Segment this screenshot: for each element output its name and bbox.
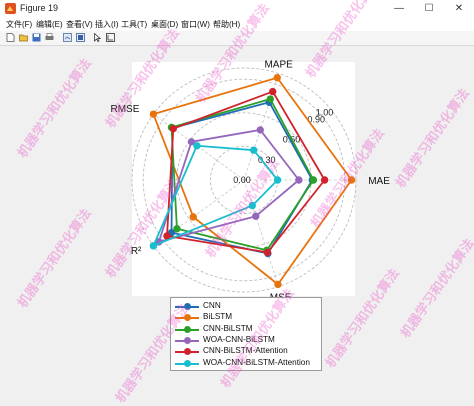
series-line bbox=[166, 90, 326, 254]
axis-label: MAPE bbox=[264, 59, 293, 70]
data-point bbox=[149, 110, 158, 118]
data-point bbox=[149, 242, 158, 250]
legend-item: CNN bbox=[175, 301, 320, 312]
ring-label: 1.00 bbox=[316, 108, 334, 118]
data-point bbox=[249, 146, 258, 154]
data-point bbox=[269, 87, 277, 96]
legend-item: BiLSTM bbox=[175, 312, 320, 323]
data-point bbox=[252, 212, 260, 220]
legend-label: CNN bbox=[203, 301, 221, 310]
data-point bbox=[320, 176, 329, 184]
data-point bbox=[189, 213, 197, 221]
data-point bbox=[273, 74, 281, 82]
data-point bbox=[163, 232, 171, 240]
legend-label: CNN-BiLSTM bbox=[203, 323, 253, 333]
data-point bbox=[273, 176, 282, 184]
legend-marker bbox=[184, 325, 191, 333]
data-point bbox=[309, 176, 318, 184]
data-point bbox=[266, 95, 275, 103]
data-point bbox=[256, 126, 264, 134]
data-point bbox=[263, 248, 272, 257]
legend-label: BiLSTM bbox=[203, 312, 233, 322]
data-point bbox=[295, 176, 303, 184]
legend-marker bbox=[184, 348, 191, 356]
legend-label: WOA-CNN-BiLSTM-Attention bbox=[203, 357, 310, 367]
data-point bbox=[173, 225, 181, 233]
legend-marker bbox=[184, 359, 191, 367]
data-point bbox=[193, 142, 201, 150]
data-point bbox=[169, 124, 178, 133]
axis-label: MAE bbox=[368, 176, 390, 187]
legend-marker bbox=[184, 336, 191, 344]
